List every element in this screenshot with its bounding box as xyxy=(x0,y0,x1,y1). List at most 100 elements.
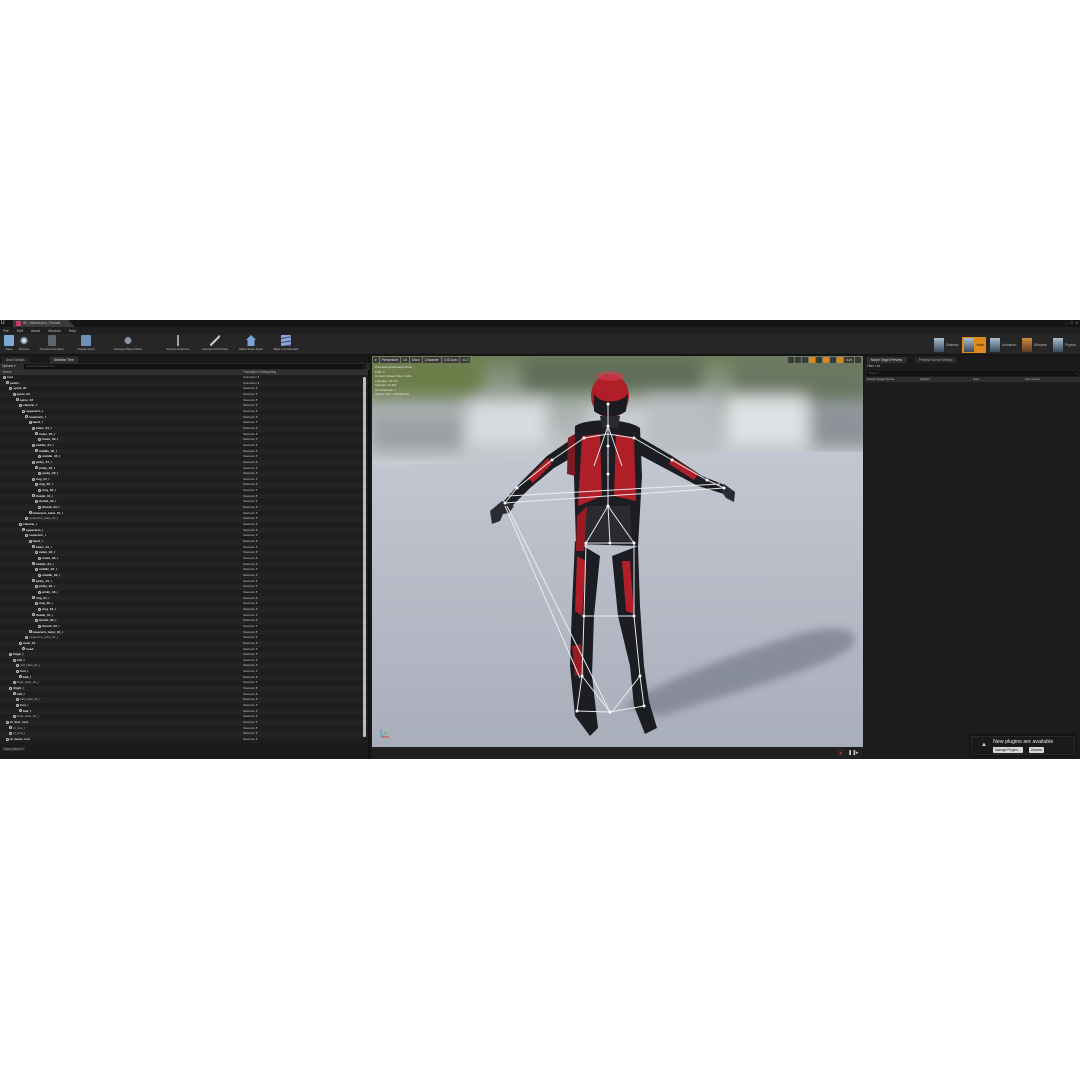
create-asset-button[interactable]: Create Asset xyxy=(74,335,98,351)
menu-window[interactable]: Window xyxy=(48,329,61,333)
tab-preview-scene-settings[interactable]: Preview Scene Settings xyxy=(915,357,957,363)
mode-animation[interactable]: Animation xyxy=(988,337,1018,353)
bake-out-materials-label: Bake out Materials xyxy=(273,347,299,351)
dismiss-button[interactable]: Dismiss xyxy=(1029,747,1045,753)
column-weight[interactable]: Weight xyxy=(920,377,930,382)
manage-plugins-button[interactable]: Manage Plugins... xyxy=(993,747,1023,753)
snap-scale-icon[interactable] xyxy=(830,357,837,363)
activate-cloth-paint-button[interactable]: Activate Cloth Paint xyxy=(197,335,233,351)
options-dropdown[interactable]: Options ▾ xyxy=(2,364,15,368)
bone-icon xyxy=(28,630,32,634)
mode-skeleton[interactable]: Skeleton xyxy=(932,337,960,353)
bone-label: spine_01 xyxy=(13,386,27,391)
bone-label: ik_foot_l xyxy=(13,725,25,730)
bone-label: lowerarm_twist_01_l xyxy=(32,510,63,515)
bone-label: head xyxy=(26,646,34,651)
bone-icon xyxy=(38,454,42,458)
maximize-viewport-icon[interactable] xyxy=(855,357,861,363)
bone-label: middle_03_l xyxy=(42,454,60,459)
retargeting-dropdown[interactable]: Skeleton ▾ xyxy=(243,737,257,743)
bone-label: middle_02_r xyxy=(39,567,58,572)
mode-mesh[interactable]: Mesh xyxy=(962,336,987,353)
step-forward-button[interactable]: ▸ xyxy=(856,750,859,756)
unreal-logo-icon: U xyxy=(1,320,5,326)
bone-icon xyxy=(31,477,35,481)
retarget-base-mesh-button[interactable]: Retarget Base Mesh xyxy=(109,335,147,351)
bone-icon xyxy=(38,607,42,611)
bone-label: ball_l xyxy=(23,674,31,679)
mode-physics-label: Physics xyxy=(1065,342,1076,347)
column-morph-target-name[interactable]: Morph Target Name xyxy=(867,377,894,382)
viewport-options-button[interactable]: ▾ xyxy=(373,357,379,363)
bone-icon xyxy=(31,494,35,498)
right-panel-tabs: Morph Target Preview Preview Scene Setti… xyxy=(865,356,1080,363)
menu-help[interactable]: Help xyxy=(69,329,76,333)
viewport-stats: Previewing Reference Pose LOD: 0 Current… xyxy=(375,365,412,397)
bone-icon xyxy=(31,460,35,464)
tab-morph-target-preview[interactable]: Morph Target Preview xyxy=(867,357,906,363)
section-selection-button[interactable]: Section Selection xyxy=(162,335,194,351)
bone-label: spine_03 xyxy=(19,397,34,402)
bone-icon xyxy=(31,596,35,600)
save-icon xyxy=(4,335,14,346)
bone-label: clavicle_r xyxy=(23,522,38,527)
morph-search-input[interactable]: Search ⌕ xyxy=(867,371,1078,376)
bone-icon xyxy=(28,420,32,424)
translate-icon[interactable] xyxy=(788,357,795,363)
camera-speed-value[interactable]: 0.25 xyxy=(844,357,854,363)
minimize-button[interactable]: - xyxy=(1066,320,1067,325)
document-tab[interactable]: SK_Mannequin_Female xyxy=(13,320,75,327)
record-button[interactable]: ⦿ xyxy=(838,750,843,757)
retarget-base-mesh-label: Retarget Base Mesh xyxy=(114,347,142,351)
preview-animation-button[interactable]: Preview Animation xyxy=(35,335,69,351)
bone-icon xyxy=(15,703,19,707)
camera-speed-icon[interactable] xyxy=(837,357,844,363)
bone-icon xyxy=(12,681,16,685)
world-local-icon[interactable] xyxy=(809,357,816,363)
browse-label: Browse xyxy=(18,347,29,351)
scale-icon[interactable] xyxy=(802,357,809,363)
show-button[interactable]: Show xyxy=(409,357,422,363)
bake-out-materials-button[interactable]: Bake out Materials xyxy=(269,335,303,351)
bone-label: pelvis xyxy=(10,380,19,385)
mode-blueprint[interactable]: Blueprint xyxy=(1020,337,1049,353)
close-button[interactable]: × xyxy=(1076,320,1078,325)
bone-label: ik_foot_root xyxy=(10,720,29,725)
rotate-icon[interactable] xyxy=(795,357,802,363)
mode-physics[interactable]: Physics xyxy=(1051,337,1078,353)
playback-speed-button[interactable]: x1.0 xyxy=(460,357,471,363)
bone-label: pinky_01_r xyxy=(35,578,52,583)
menu-file[interactable]: File xyxy=(3,329,9,333)
left-panel-tabs: Asset Details Skeleton Tree xyxy=(0,356,368,363)
snap-grid-icon[interactable] xyxy=(816,357,823,363)
morph-target-panel: Morph Target Preview Preview Scene Setti… xyxy=(865,356,1080,759)
section-selection-label: Section Selection xyxy=(166,347,190,351)
column-vert-count[interactable]: Vert Count xyxy=(1025,377,1040,382)
tree-row[interactable]: ik_hand_root Skeleton ▾ xyxy=(0,737,368,743)
bone-label: foot_l xyxy=(19,669,29,674)
stat-line: Approx Size: 119x40x176 xyxy=(375,392,409,396)
browse-button[interactable]: Browse xyxy=(17,335,31,351)
bone-label: middle_02_l xyxy=(39,448,57,453)
make-static-mesh-button[interactable]: Make Static Mesh xyxy=(235,335,267,351)
perspective-button[interactable]: Perspective xyxy=(379,357,401,363)
lod-auto-button[interactable]: LOD Auto xyxy=(441,357,460,363)
character-button[interactable]: Character xyxy=(422,357,441,363)
save-button[interactable]: Save xyxy=(3,335,15,351)
bone-icon xyxy=(9,732,13,736)
snap-rotation-icon[interactable] xyxy=(823,357,830,363)
bone-icon xyxy=(25,534,29,538)
menu-asset[interactable]: Asset xyxy=(31,329,40,333)
show-filters-button[interactable]: Show Filters ▾ xyxy=(2,747,25,751)
preview-viewport[interactable]: ▾ Perspective Lit Show Character LOD Aut… xyxy=(372,356,863,747)
column-auto[interactable]: Auto xyxy=(973,377,979,382)
bone-label: middle_01_l xyxy=(35,442,54,447)
menu-edit[interactable]: Edit xyxy=(17,329,23,333)
tree-scrollbar[interactable] xyxy=(363,377,366,737)
skeleton-search-input[interactable]: Search Skeleton Tree... ⌕ xyxy=(24,364,366,369)
bone-icon xyxy=(31,443,35,447)
lit-button[interactable]: Lit xyxy=(401,357,409,363)
bone-icon xyxy=(35,551,38,555)
bone-icon xyxy=(19,522,22,526)
maximize-button[interactable]: □ xyxy=(1070,320,1072,325)
